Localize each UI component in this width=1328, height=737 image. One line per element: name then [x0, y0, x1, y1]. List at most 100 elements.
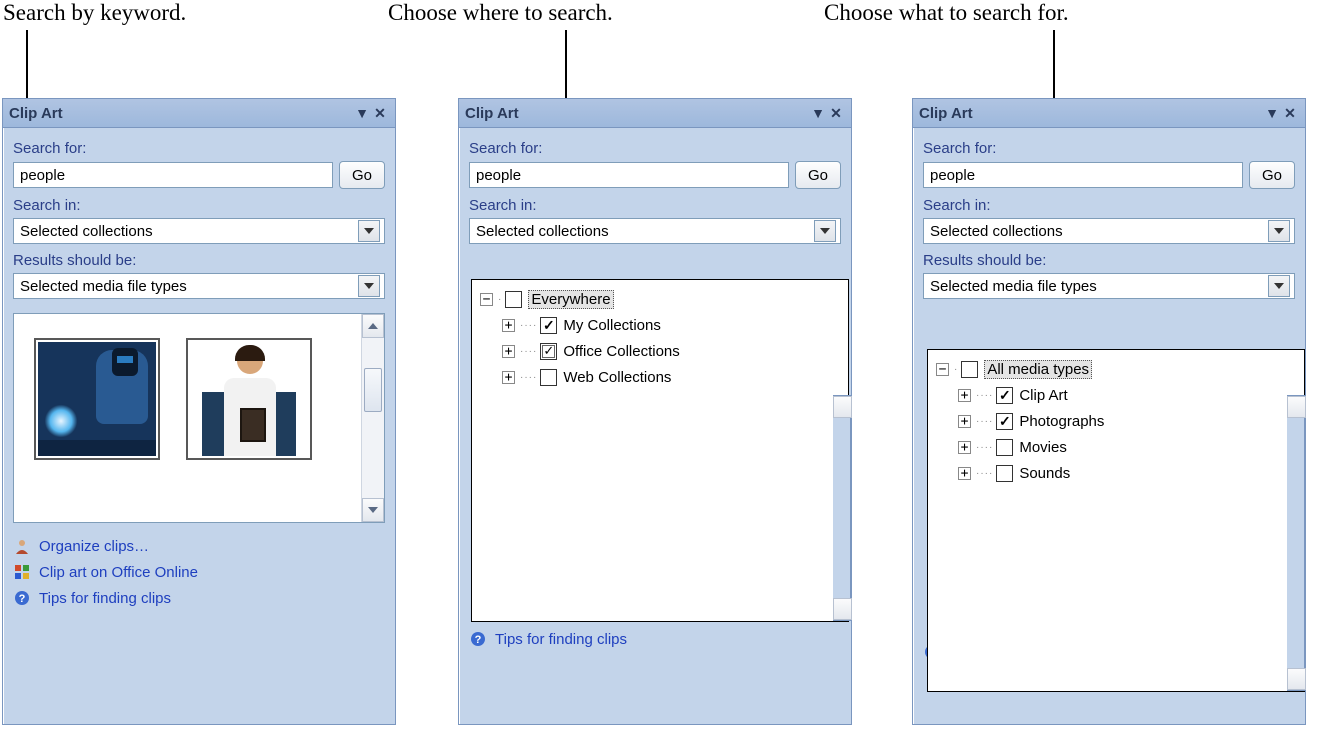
- tree-root-label[interactable]: All media types: [984, 360, 1092, 379]
- tree-node[interactable]: +····Web Collections: [502, 364, 840, 390]
- tree-node-label[interactable]: Office Collections: [563, 343, 679, 360]
- office-online-link[interactable]: Clip art on Office Online: [13, 559, 385, 585]
- results-value: Selected media file types: [930, 278, 1268, 295]
- pane-title: Clip Art: [465, 105, 809, 122]
- tree-node-label[interactable]: Sounds: [1019, 465, 1070, 482]
- person-icon: [13, 537, 31, 555]
- chevron-down-icon[interactable]: [1268, 275, 1290, 297]
- clipart-pane: Clip Art ▼ ✕ Search for: Go Search in: S…: [912, 98, 1306, 725]
- search-for-label: Search for:: [923, 140, 1295, 157]
- tree-node-label[interactable]: Movies: [1019, 439, 1067, 456]
- link-text: Tips for finding clips: [495, 631, 627, 648]
- chevron-down-icon[interactable]: [358, 275, 380, 297]
- tree-node-root[interactable]: − · All media types: [936, 356, 1296, 382]
- pane-menu-icon[interactable]: ▼: [809, 104, 827, 122]
- scroll-up-icon: [833, 396, 852, 418]
- link-text: Tips for finding clips: [39, 590, 171, 607]
- tree-node[interactable]: +····Movies: [958, 434, 1296, 460]
- checkbox[interactable]: [505, 291, 522, 308]
- callout-where: Choose where to search.: [388, 0, 613, 26]
- result-thumb[interactable]: [34, 338, 160, 460]
- results-scrollbar[interactable]: [361, 314, 384, 522]
- office-icon: [13, 563, 31, 581]
- tips-link[interactable]: ? Tips for finding clips: [13, 585, 385, 611]
- collapse-icon[interactable]: −: [936, 363, 949, 376]
- pane-title: Clip Art: [9, 105, 353, 122]
- tree-node[interactable]: +····Sounds: [958, 460, 1296, 486]
- checkbox[interactable]: [996, 465, 1013, 482]
- expand-icon[interactable]: +: [958, 467, 971, 480]
- go-button[interactable]: Go: [1249, 161, 1295, 189]
- clipart-pane: Clip Art ▼ ✕ Search for: Go Search in: S…: [2, 98, 396, 725]
- tips-link[interactable]: ? Tips for finding clips: [469, 626, 841, 652]
- pane-title: Clip Art: [919, 105, 1263, 122]
- search-input[interactable]: [13, 162, 333, 188]
- scroll-down-icon: [1287, 668, 1306, 690]
- search-in-label: Search in:: [13, 197, 385, 214]
- link-text: Clip art on Office Online: [39, 564, 198, 581]
- tree-node[interactable]: +····Photographs: [958, 408, 1296, 434]
- chevron-down-icon[interactable]: [358, 220, 380, 242]
- search-in-combo[interactable]: Selected collections: [923, 218, 1295, 244]
- results-combo[interactable]: Selected media file types: [923, 273, 1295, 299]
- organize-clips-link[interactable]: Organize clips…: [13, 533, 385, 559]
- collapse-icon[interactable]: −: [480, 293, 493, 306]
- pane-titlebar: Clip Art ▼ ✕: [913, 99, 1305, 128]
- expand-icon[interactable]: +: [958, 389, 971, 402]
- expand-icon[interactable]: +: [502, 319, 515, 332]
- scroll-thumb[interactable]: [364, 368, 382, 412]
- close-icon[interactable]: ✕: [371, 104, 389, 122]
- go-button[interactable]: Go: [339, 161, 385, 189]
- obscured-scrollbar: [1287, 395, 1305, 691]
- tree-node[interactable]: +····Clip Art: [958, 382, 1296, 408]
- welder-image: [38, 342, 156, 456]
- go-button[interactable]: Go: [795, 161, 841, 189]
- search-in-combo[interactable]: Selected collections: [13, 218, 385, 244]
- search-in-label: Search in:: [469, 197, 841, 214]
- expand-icon[interactable]: +: [958, 441, 971, 454]
- search-in-value: Selected collections: [476, 223, 814, 240]
- pane-menu-icon[interactable]: ▼: [353, 104, 371, 122]
- close-icon[interactable]: ✕: [827, 104, 845, 122]
- tree-node-label[interactable]: Photographs: [1019, 413, 1104, 430]
- tree-node[interactable]: +····My Collections: [502, 312, 840, 338]
- scroll-down-icon[interactable]: [362, 498, 384, 522]
- scroll-up-icon: [1287, 396, 1306, 418]
- search-in-label: Search in:: [923, 197, 1295, 214]
- results-box: [13, 313, 385, 523]
- scroll-up-icon[interactable]: [362, 314, 384, 338]
- doctor-image: [190, 342, 308, 456]
- tree-root-label[interactable]: Everywhere: [528, 290, 613, 309]
- checkbox[interactable]: [996, 387, 1013, 404]
- help-icon: ?: [469, 630, 487, 648]
- tree-node-root[interactable]: − · Everywhere: [480, 286, 840, 312]
- expand-icon[interactable]: +: [502, 371, 515, 384]
- search-input[interactable]: [923, 162, 1243, 188]
- tree-node[interactable]: +····Office Collections: [502, 338, 840, 364]
- links-section: Organize clips… Clip art on Office Onlin…: [13, 533, 385, 611]
- pane-menu-icon[interactable]: ▼: [1263, 104, 1281, 122]
- callout-keyword: Search by keyword.: [3, 0, 186, 26]
- chevron-down-icon[interactable]: [1268, 220, 1290, 242]
- callout-what: Choose what to search for.: [824, 0, 1069, 26]
- search-in-combo[interactable]: Selected collections: [469, 218, 841, 244]
- chevron-down-icon[interactable]: [814, 220, 836, 242]
- checkbox[interactable]: [996, 439, 1013, 456]
- checkbox[interactable]: [996, 413, 1013, 430]
- checkbox[interactable]: [540, 369, 557, 386]
- svg-text:?: ?: [475, 634, 482, 646]
- checkbox[interactable]: [540, 317, 557, 334]
- results-combo[interactable]: Selected media file types: [13, 273, 385, 299]
- checkbox[interactable]: [961, 361, 978, 378]
- tree-node-label[interactable]: My Collections: [563, 317, 661, 334]
- search-for-label: Search for:: [13, 140, 385, 157]
- clipart-pane: Clip Art ▼ ✕ Search for: Go Search in: S…: [458, 98, 852, 725]
- tree-node-label[interactable]: Web Collections: [563, 369, 671, 386]
- expand-icon[interactable]: +: [958, 415, 971, 428]
- close-icon[interactable]: ✕: [1281, 104, 1299, 122]
- result-thumb[interactable]: [186, 338, 312, 460]
- checkbox[interactable]: [540, 343, 557, 360]
- tree-node-label[interactable]: Clip Art: [1019, 387, 1067, 404]
- expand-icon[interactable]: +: [502, 345, 515, 358]
- search-input[interactable]: [469, 162, 789, 188]
